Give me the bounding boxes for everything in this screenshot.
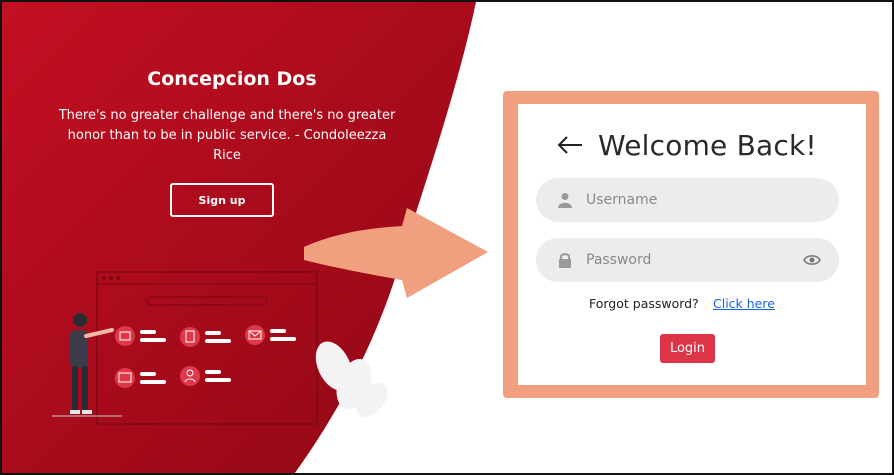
screenshot-frame: Concepcion Dos There's no greater challe…	[0, 0, 894, 475]
username-field-wrapper	[536, 178, 839, 222]
dashboard-illustration	[52, 271, 388, 425]
forgot-password-link[interactable]: Click here	[713, 296, 775, 311]
person-figure	[52, 313, 122, 417]
password-field-wrapper	[536, 238, 839, 282]
hero-quote: There's no greater challenge and there's…	[58, 108, 396, 163]
password-input[interactable]	[586, 252, 796, 268]
hero-title: Concepcion Dos	[147, 68, 317, 90]
profile-icon	[180, 366, 200, 386]
lock-icon	[559, 253, 571, 268]
user-icon	[558, 193, 572, 208]
signup-button[interactable]: Sign up	[170, 183, 274, 217]
eye-icon[interactable]	[803, 253, 821, 267]
back-arrow-icon[interactable]	[556, 134, 584, 156]
login-button[interactable]: Login	[660, 334, 715, 363]
foliage-graphic	[315, 341, 388, 418]
username-input[interactable]	[586, 192, 796, 208]
image-icon	[115, 368, 135, 388]
welcome-heading: Welcome Back!	[598, 128, 817, 162]
mail-icon	[245, 325, 265, 345]
forgot-password-text: Forgot password?	[589, 296, 699, 311]
login-header: Welcome Back!	[556, 126, 817, 164]
document-icon	[180, 327, 200, 347]
folder-icon	[115, 326, 135, 346]
